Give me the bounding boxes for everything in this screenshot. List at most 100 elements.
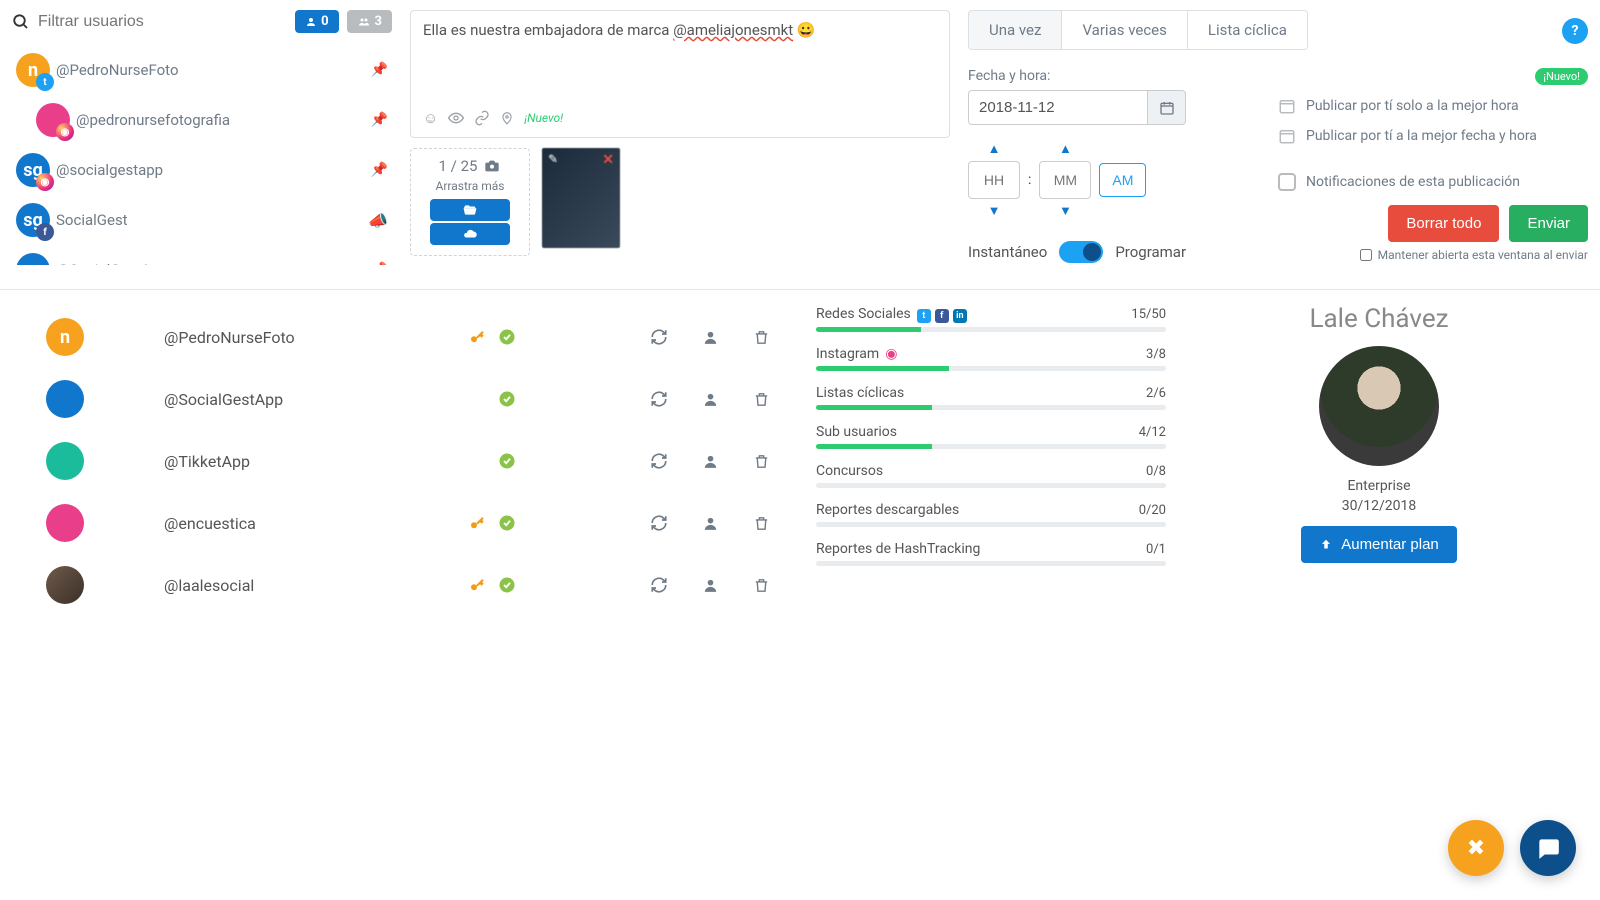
trash-icon[interactable] (753, 329, 770, 346)
user-handle: @pedronursefotografia (76, 111, 230, 129)
usage-bar (816, 405, 1166, 410)
user-settings-icon[interactable] (702, 577, 719, 594)
usage-label: Instagram◉ (816, 346, 897, 362)
refresh-icon[interactable] (650, 328, 668, 346)
user-settings-icon[interactable] (702, 453, 719, 470)
minute-down-icon[interactable]: ▼ (1059, 203, 1072, 219)
groups-badge[interactable]: 3 (347, 10, 392, 33)
usage-label: Listas cíclicas (816, 385, 904, 401)
emoji-picker-icon[interactable]: ☺ (423, 109, 438, 127)
delete-media-icon[interactable]: ✕ (602, 152, 614, 168)
refresh-icon[interactable] (650, 390, 668, 408)
tw-badge-icon: t (36, 73, 54, 91)
user-settings-icon[interactable] (702, 515, 719, 532)
account-handle: @laalesocial (164, 576, 254, 595)
refresh-icon[interactable] (650, 452, 668, 470)
usage-row: Sub usuarios 4/12 (816, 424, 1166, 449)
clear-all-button[interactable]: Borrar todo (1388, 205, 1499, 242)
keep-open-checkbox[interactable]: Mantener abierta esta ventana al enviar (1278, 248, 1588, 262)
date-input[interactable] (968, 90, 1148, 125)
usage-panel: Redes Socialestfin 15/50 Instagram◉ 3/8 … (816, 300, 1166, 880)
sidebar-user-item[interactable]: nt @PedroNurseFoto 📌 (12, 45, 392, 95)
upload-cloud-button[interactable] (430, 223, 510, 245)
refresh-icon[interactable] (650, 514, 668, 532)
usage-row: Instagram◉ 3/8 (816, 346, 1166, 371)
user-handle: @socialgestapp (56, 161, 163, 179)
pin-icon[interactable]: 📌 (371, 112, 388, 128)
link-icon[interactable] (474, 110, 490, 126)
user-handle: SocialGest (56, 211, 128, 229)
hour-up-icon[interactable]: ▲ (988, 141, 1001, 157)
media-thumbnail[interactable]: ✎ ✕ (542, 148, 620, 248)
refresh-icon[interactable] (650, 576, 668, 594)
compose-text[interactable]: Ella es nuestra embajadora de marca @ame… (423, 21, 937, 39)
trash-icon[interactable] (753, 453, 770, 470)
upload-folder-button[interactable] (430, 199, 510, 221)
account-row: @SocialGestApp (38, 368, 778, 430)
trash-icon[interactable] (753, 577, 770, 594)
hour-input[interactable] (968, 161, 1020, 199)
opt-best-datetime[interactable]: Publicar por tí a la mejor fecha y hora (1278, 127, 1588, 145)
sidebar-user-item[interactable]: sgf SocialGest 📣 (12, 195, 392, 245)
arrow-up-icon (1319, 538, 1333, 552)
usage-row: Redes Socialestfin 15/50 (816, 306, 1166, 332)
new-feature-tag: ¡Nuevo! (524, 111, 563, 125)
filter-users-input[interactable] (38, 13, 287, 31)
sidebar-user-item[interactable]: sgt @SocialGestApp 📌 (12, 245, 392, 265)
minute-up-icon[interactable]: ▲ (1059, 141, 1072, 157)
compose-emoji: 😀 (797, 21, 816, 39)
sidebar-user-item[interactable]: ◉ @pedronursefotografia 📌 (12, 95, 392, 145)
account-handle: @PedroNurseFoto (164, 328, 295, 347)
instagram-icon: ◉ (885, 346, 897, 362)
usage-label: Sub usuarios (816, 424, 897, 440)
usage-ratio: 0/8 (1146, 464, 1166, 479)
ampm-toggle[interactable]: AM (1099, 163, 1146, 197)
nuevo-badge: ¡Nuevo! (1535, 68, 1588, 85)
selected-users-badge[interactable]: 0 (295, 10, 338, 33)
schedule-tab[interactable]: Lista cíclica (1187, 11, 1307, 49)
send-button[interactable]: Enviar (1509, 205, 1588, 242)
schedule-toggle[interactable] (1059, 241, 1103, 263)
trash-icon[interactable] (753, 515, 770, 532)
key-icon (468, 328, 486, 346)
usage-ratio: 15/50 (1131, 307, 1166, 322)
account-handle: @TikketApp (164, 452, 250, 471)
checkbox-icon[interactable] (1278, 173, 1296, 191)
calendar-picker-icon[interactable] (1148, 90, 1186, 125)
trash-icon[interactable] (753, 391, 770, 408)
minute-input[interactable] (1039, 161, 1091, 199)
location-icon[interactable] (500, 110, 514, 126)
account-handle: @encuestica (164, 514, 256, 533)
account-avatar (46, 380, 84, 418)
account-avatar (46, 442, 84, 480)
schedule-tab[interactable]: Una vez (969, 11, 1061, 49)
check-circle-icon (498, 452, 516, 470)
media-uploader[interactable]: 1 / 25 Arrastra más (410, 148, 530, 256)
compose-box[interactable]: Ella es nuestra embajadora de marca @ame… (410, 10, 950, 138)
user-settings-icon[interactable] (702, 391, 719, 408)
usage-ratio: 2/6 (1146, 386, 1166, 401)
search-icon (12, 13, 30, 31)
pin-icon[interactable]: 📌 (371, 62, 388, 78)
account-row: @encuestica (38, 492, 778, 554)
edit-media-icon[interactable]: ✎ (548, 152, 558, 166)
check-circle-icon (498, 328, 516, 346)
fab-chat-icon[interactable] (1520, 820, 1576, 876)
pin-icon[interactable]: 📌 (371, 162, 388, 178)
compose-mention: @ameliajonesmkt (673, 21, 793, 39)
fab-close-icon[interactable]: ✖ (1448, 820, 1504, 876)
sidebar-user-item[interactable]: sg◉ @socialgestapp 📌 (12, 145, 392, 195)
opt-best-hour[interactable]: Publicar por tí solo a la mejor hora (1278, 97, 1588, 115)
opt-notify[interactable]: Notificaciones de esta publicación (1278, 173, 1588, 191)
usage-row: Concursos 0/8 (816, 463, 1166, 488)
schedule-tab[interactable]: Varias veces (1061, 11, 1186, 49)
upgrade-plan-button[interactable]: Aumentar plan (1301, 526, 1457, 563)
usage-ratio: 4/12 (1139, 425, 1166, 440)
pin-icon[interactable]: 📌 (371, 262, 388, 265)
user-settings-icon[interactable] (702, 329, 719, 346)
profile-avatar (1319, 346, 1439, 466)
hour-down-icon[interactable]: ▼ (988, 203, 1001, 219)
usage-ratio: 0/20 (1139, 503, 1166, 518)
preview-icon[interactable] (448, 110, 464, 126)
help-icon[interactable]: ? (1562, 18, 1588, 44)
